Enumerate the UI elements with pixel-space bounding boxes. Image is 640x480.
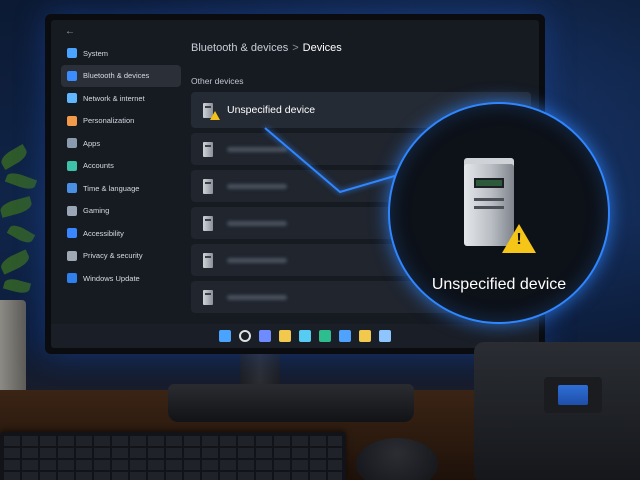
device-icon bbox=[203, 215, 213, 231]
sidebar-item-system[interactable]: System bbox=[61, 42, 181, 65]
files-icon[interactable] bbox=[279, 330, 291, 342]
sidebar-item-label: Personalization bbox=[83, 116, 135, 126]
printer-panel bbox=[544, 377, 602, 413]
blurred-device-name bbox=[227, 146, 287, 152]
store-icon[interactable] bbox=[299, 330, 311, 342]
sidebar-item-accessibility[interactable]: Accessibility bbox=[61, 222, 181, 245]
nav-icon bbox=[67, 160, 77, 171]
sidebar-item-label: Time & language bbox=[83, 183, 140, 193]
breadcrumb-current: Devices bbox=[302, 42, 342, 54]
photos-icon[interactable] bbox=[339, 330, 351, 342]
sidebar-item-privacy-security[interactable]: Privacy & security bbox=[61, 245, 181, 268]
nav-icon bbox=[67, 115, 77, 126]
edge-icon[interactable] bbox=[319, 330, 331, 342]
folder-icon[interactable] bbox=[359, 330, 371, 342]
blurred-device-name bbox=[227, 220, 287, 226]
sidebar-item-label: Bluetooth & devices bbox=[83, 71, 150, 81]
sidebar-item-network-internet[interactable]: Network & internet bbox=[61, 87, 181, 110]
chat-icon[interactable] bbox=[259, 330, 271, 342]
printer-display bbox=[558, 385, 588, 405]
sidebar-item-time-language[interactable]: Time & language bbox=[61, 177, 181, 200]
device-slot bbox=[474, 206, 504, 209]
sidebar-item-label: Network & internet bbox=[83, 93, 145, 103]
nav-icon bbox=[67, 250, 77, 261]
sidebar-item-label: Accounts bbox=[83, 161, 114, 171]
breadcrumb: Bluetooth & devices > Devices bbox=[191, 42, 531, 66]
nav-icon bbox=[67, 205, 77, 216]
sidebar-item-personalization[interactable]: Personalization bbox=[61, 110, 181, 133]
callout-label: Unspecified device bbox=[431, 276, 567, 293]
device-label: Unspecified device bbox=[227, 104, 316, 116]
nav-icon bbox=[67, 273, 77, 284]
breadcrumb-separator: > bbox=[292, 42, 299, 54]
monitor-base bbox=[168, 384, 414, 422]
callout-magnifier: ! Unspecified device bbox=[388, 102, 610, 324]
nav-icon bbox=[67, 70, 77, 81]
device-display bbox=[474, 178, 504, 188]
media-icon[interactable] bbox=[379, 330, 391, 342]
warning-mark: ! bbox=[516, 231, 522, 248]
device-icon bbox=[203, 141, 213, 157]
device-icon bbox=[203, 252, 213, 268]
device-icon bbox=[203, 289, 213, 305]
windows-icon[interactable] bbox=[219, 330, 231, 342]
breadcrumb-parent[interactable]: Bluetooth & devices bbox=[191, 42, 288, 54]
sidebar-item-apps[interactable]: Apps bbox=[61, 132, 181, 155]
taskbar bbox=[51, 324, 539, 348]
sidebar-item-bluetooth-devices[interactable]: Bluetooth & devices bbox=[61, 64, 181, 87]
sidebar-item-label: Gaming bbox=[83, 206, 110, 216]
sidebar-item-label: Accessibility bbox=[83, 228, 124, 238]
blurred-device-name bbox=[227, 294, 287, 300]
section-label: Other devices bbox=[191, 76, 244, 86]
sidebar-item-windows-update[interactable]: Windows Update bbox=[61, 267, 181, 290]
sidebar-item-label: Privacy & security bbox=[83, 251, 143, 261]
sidebar-item-accounts[interactable]: Accounts bbox=[61, 155, 181, 178]
warning-icon bbox=[210, 111, 220, 120]
nav-icon bbox=[67, 183, 77, 194]
settings-sidebar: ← System Bluetooth & devices Network & int… bbox=[61, 26, 181, 290]
nav-icon bbox=[67, 138, 77, 149]
printer bbox=[474, 342, 640, 480]
keyboard bbox=[0, 432, 346, 480]
device-icon bbox=[203, 178, 213, 194]
nav-icon bbox=[67, 48, 77, 59]
nav-icon bbox=[67, 93, 77, 104]
nav-icon bbox=[67, 228, 77, 239]
blurred-device-name bbox=[227, 183, 287, 189]
sidebar-item-label: Apps bbox=[83, 138, 101, 148]
sidebar-item-label: System bbox=[83, 48, 109, 58]
back-arrow-icon[interactable]: ← bbox=[61, 26, 181, 42]
sidebar-item-gaming[interactable]: Gaming bbox=[61, 200, 181, 223]
sidebar-item-label: Windows Update bbox=[83, 273, 140, 283]
blurred-device-name bbox=[227, 257, 287, 263]
search-icon[interactable] bbox=[239, 330, 251, 342]
device-slot bbox=[474, 198, 504, 201]
